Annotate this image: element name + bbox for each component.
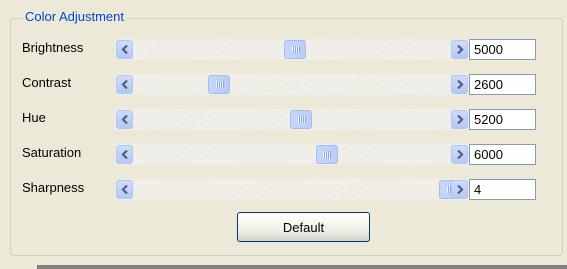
bottom-divider: [37, 265, 567, 269]
scroll-left-button[interactable]: [116, 110, 133, 129]
scroll-right-button[interactable]: [451, 180, 468, 199]
chevron-left-icon: [120, 150, 128, 159]
scroll-right-button[interactable]: [451, 75, 468, 94]
scroll-left-button[interactable]: [116, 75, 133, 94]
brightness-value-field[interactable]: 5000: [469, 39, 536, 60]
chevron-left-icon: [120, 185, 128, 194]
slider-row-sharpness: Sharpness 4: [22, 177, 542, 201]
brightness-label: Brightness: [22, 40, 84, 55]
scroll-right-button[interactable]: [451, 145, 468, 164]
contrast-label: Contrast: [22, 75, 72, 90]
slider-row-hue: Hue 5200: [22, 107, 542, 131]
chevron-right-icon: [456, 115, 464, 124]
brightness-thumb[interactable]: [284, 40, 307, 59]
chevron-left-icon: [120, 45, 128, 54]
saturation-label: Saturation: [22, 145, 82, 160]
slider-row-saturation: Saturation 6000: [22, 142, 542, 166]
contrast-value-field[interactable]: 2600: [469, 74, 536, 95]
brightness-scrollbar[interactable]: [115, 39, 469, 60]
saturation-scrollbar[interactable]: [115, 144, 469, 165]
saturation-value-field[interactable]: 6000: [469, 144, 536, 165]
grip-icon: [297, 116, 305, 123]
chevron-right-icon: [456, 45, 464, 54]
scroll-left-button[interactable]: [116, 145, 133, 164]
sharpness-label: Sharpness: [22, 180, 85, 195]
contrast-scrollbar[interactable]: [115, 74, 469, 95]
contrast-thumb[interactable]: [208, 75, 231, 94]
sharpness-value-field[interactable]: 4: [469, 179, 536, 200]
saturation-thumb[interactable]: [315, 145, 338, 164]
groupbox-title: Color Adjustment: [22, 9, 127, 25]
chevron-right-icon: [456, 150, 464, 159]
chevron-right-icon: [456, 80, 464, 89]
color-adjustment-panel: Color Adjustment Brightness 5000 Contras…: [0, 0, 567, 269]
default-button[interactable]: Default: [237, 212, 370, 242]
sharpness-scrollbar[interactable]: [115, 179, 469, 200]
slider-row-contrast: Contrast 2600: [22, 72, 542, 96]
grip-icon: [215, 81, 223, 88]
hue-scrollbar[interactable]: [115, 109, 469, 130]
scroll-left-button[interactable]: [116, 180, 133, 199]
chevron-left-icon: [120, 80, 128, 89]
chevron-left-icon: [120, 115, 128, 124]
scroll-right-button[interactable]: [451, 40, 468, 59]
scroll-left-button[interactable]: [116, 40, 133, 59]
slider-row-brightness: Brightness 5000: [22, 37, 542, 61]
scroll-right-button[interactable]: [451, 110, 468, 129]
hue-thumb[interactable]: [290, 110, 313, 129]
hue-value-field[interactable]: 5200: [469, 109, 536, 130]
grip-icon: [323, 151, 331, 158]
grip-icon: [291, 46, 299, 53]
chevron-right-icon: [456, 185, 464, 194]
hue-label: Hue: [22, 110, 46, 125]
